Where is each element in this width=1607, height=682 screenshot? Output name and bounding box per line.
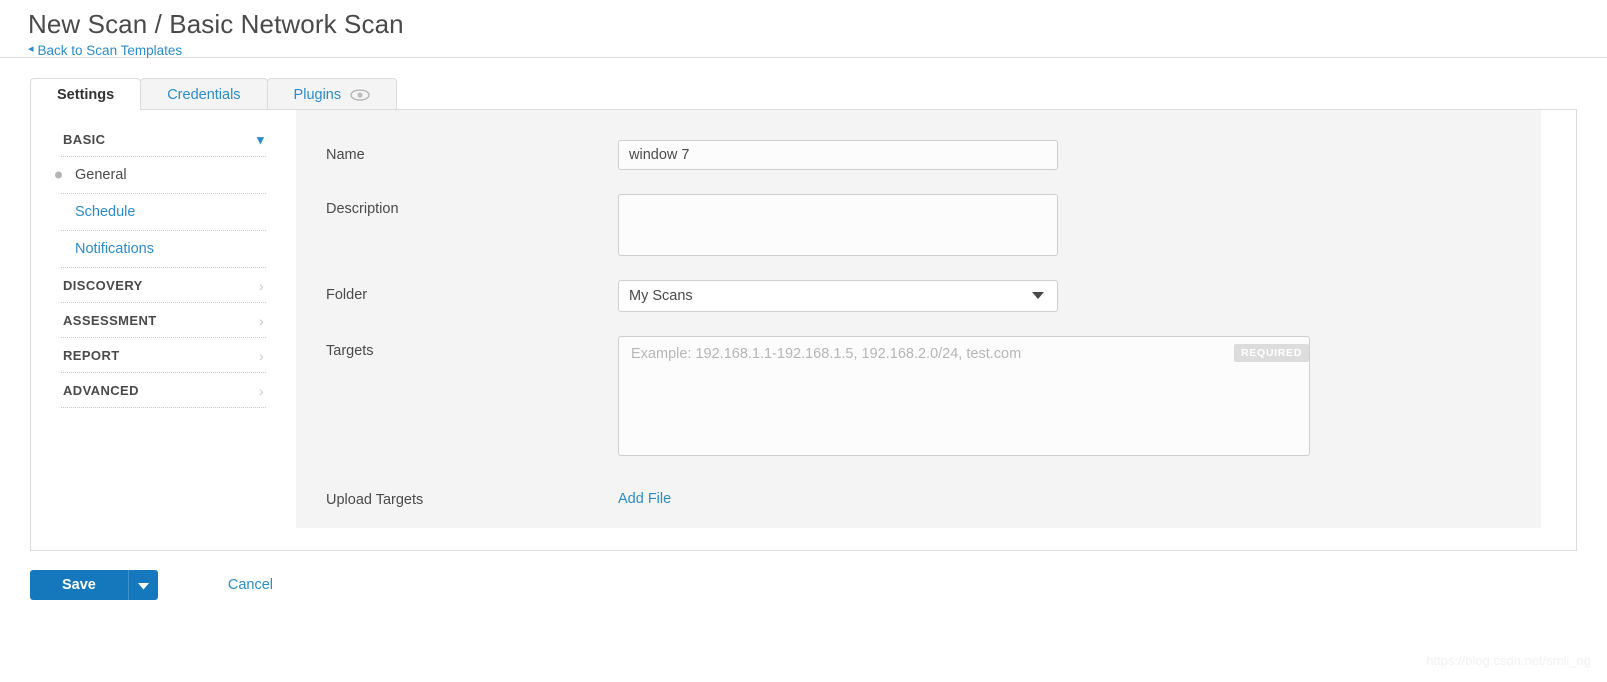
chevron-left-icon: ◂ [28, 43, 34, 55]
sidebar-item-schedule[interactable]: Schedule [61, 194, 266, 231]
settings-sidebar: BASIC ▾ General Schedule Notifications D… [31, 110, 296, 550]
form-row-description: Description [296, 194, 1541, 256]
sidebar-section-advanced-label: ADVANCED [63, 383, 139, 398]
form-row-folder: Folder My Scans [296, 280, 1541, 312]
save-button-group: Save [30, 570, 158, 600]
page-title: New Scan / Basic Network Scan [28, 9, 404, 39]
chevron-right-icon: › [258, 277, 264, 294]
chevron-right-icon: › [258, 347, 264, 364]
name-label: Name [326, 147, 365, 163]
chevron-down-icon: ▾ [257, 132, 264, 147]
eye-icon [350, 88, 370, 101]
sidebar-section-report[interactable]: REPORT › [61, 338, 266, 373]
caret-down-icon [137, 578, 149, 593]
chevron-right-icon: › [258, 312, 264, 329]
tab-credentials[interactable]: Credentials [140, 78, 268, 110]
save-button[interactable]: Save [30, 570, 128, 600]
cancel-button[interactable]: Cancel [228, 577, 273, 593]
form-row-targets: Targets REQUIRED [296, 336, 1541, 461]
sidebar-section-basic[interactable]: BASIC ▾ [61, 122, 266, 157]
active-bullet-icon [55, 171, 62, 179]
general-settings-form: Name Description Folder My Scans Targets [296, 110, 1541, 528]
description-label: Description [326, 201, 399, 217]
description-textarea[interactable] [618, 194, 1058, 256]
tab-plugins-label: Plugins [293, 86, 342, 103]
sidebar-item-general[interactable]: General [55, 157, 266, 194]
sidebar-section-discovery[interactable]: DISCOVERY › [61, 268, 266, 303]
folder-label: Folder [326, 287, 368, 303]
upload-targets-label: Upload Targets [326, 492, 424, 508]
form-row-name: Name [296, 140, 1541, 170]
tab-plugins[interactable]: Plugins [266, 78, 398, 110]
targets-required-badge: REQUIRED [1233, 344, 1309, 362]
sidebar-section-discovery-label: DISCOVERY [63, 278, 143, 293]
sidebar-section-basic-label: BASIC [63, 132, 106, 147]
name-input[interactable] [618, 140, 1058, 170]
targets-textarea[interactable] [618, 336, 1310, 456]
sidebar-item-general-label: General [75, 167, 127, 183]
save-dropdown-button[interactable] [127, 570, 158, 600]
tab-bar: Settings Credentials Plugins [0, 78, 1607, 110]
sidebar-item-schedule-label: Schedule [75, 204, 136, 220]
back-to-scan-templates-link[interactable]: ◂ Back to Scan Templates [28, 42, 182, 60]
chevron-right-icon: › [258, 382, 264, 399]
tab-credentials-label: Credentials [167, 86, 241, 103]
sidebar-section-assessment[interactable]: ASSESSMENT › [61, 303, 266, 338]
folder-selected-value: My Scans [629, 288, 693, 304]
sidebar-item-notifications-label: Notifications [75, 241, 154, 257]
sidebar-section-advanced[interactable]: ADVANCED › [61, 373, 266, 408]
form-actions: Save Cancel [0, 551, 1607, 600]
add-file-link[interactable]: Add File [618, 485, 671, 507]
folder-select[interactable]: My Scans [618, 280, 1058, 312]
form-row-upload-targets: Upload Targets Add File [296, 485, 1541, 508]
tab-settings[interactable]: Settings [30, 78, 142, 110]
tab-settings-label: Settings [57, 86, 115, 103]
sidebar-item-notifications[interactable]: Notifications [61, 231, 266, 268]
targets-label: Targets [326, 343, 374, 359]
sidebar-section-assessment-label: ASSESSMENT [63, 313, 157, 328]
settings-panel: BASIC ▾ General Schedule Notifications D… [30, 109, 1577, 551]
watermark: https://blog.csdn.net/smli_ng [1426, 653, 1591, 668]
page-header: New Scan / Basic Network Scan ◂ Back to … [0, 0, 1607, 58]
sidebar-section-report-label: REPORT [63, 348, 120, 363]
back-link-label: Back to Scan Templates [37, 42, 183, 58]
